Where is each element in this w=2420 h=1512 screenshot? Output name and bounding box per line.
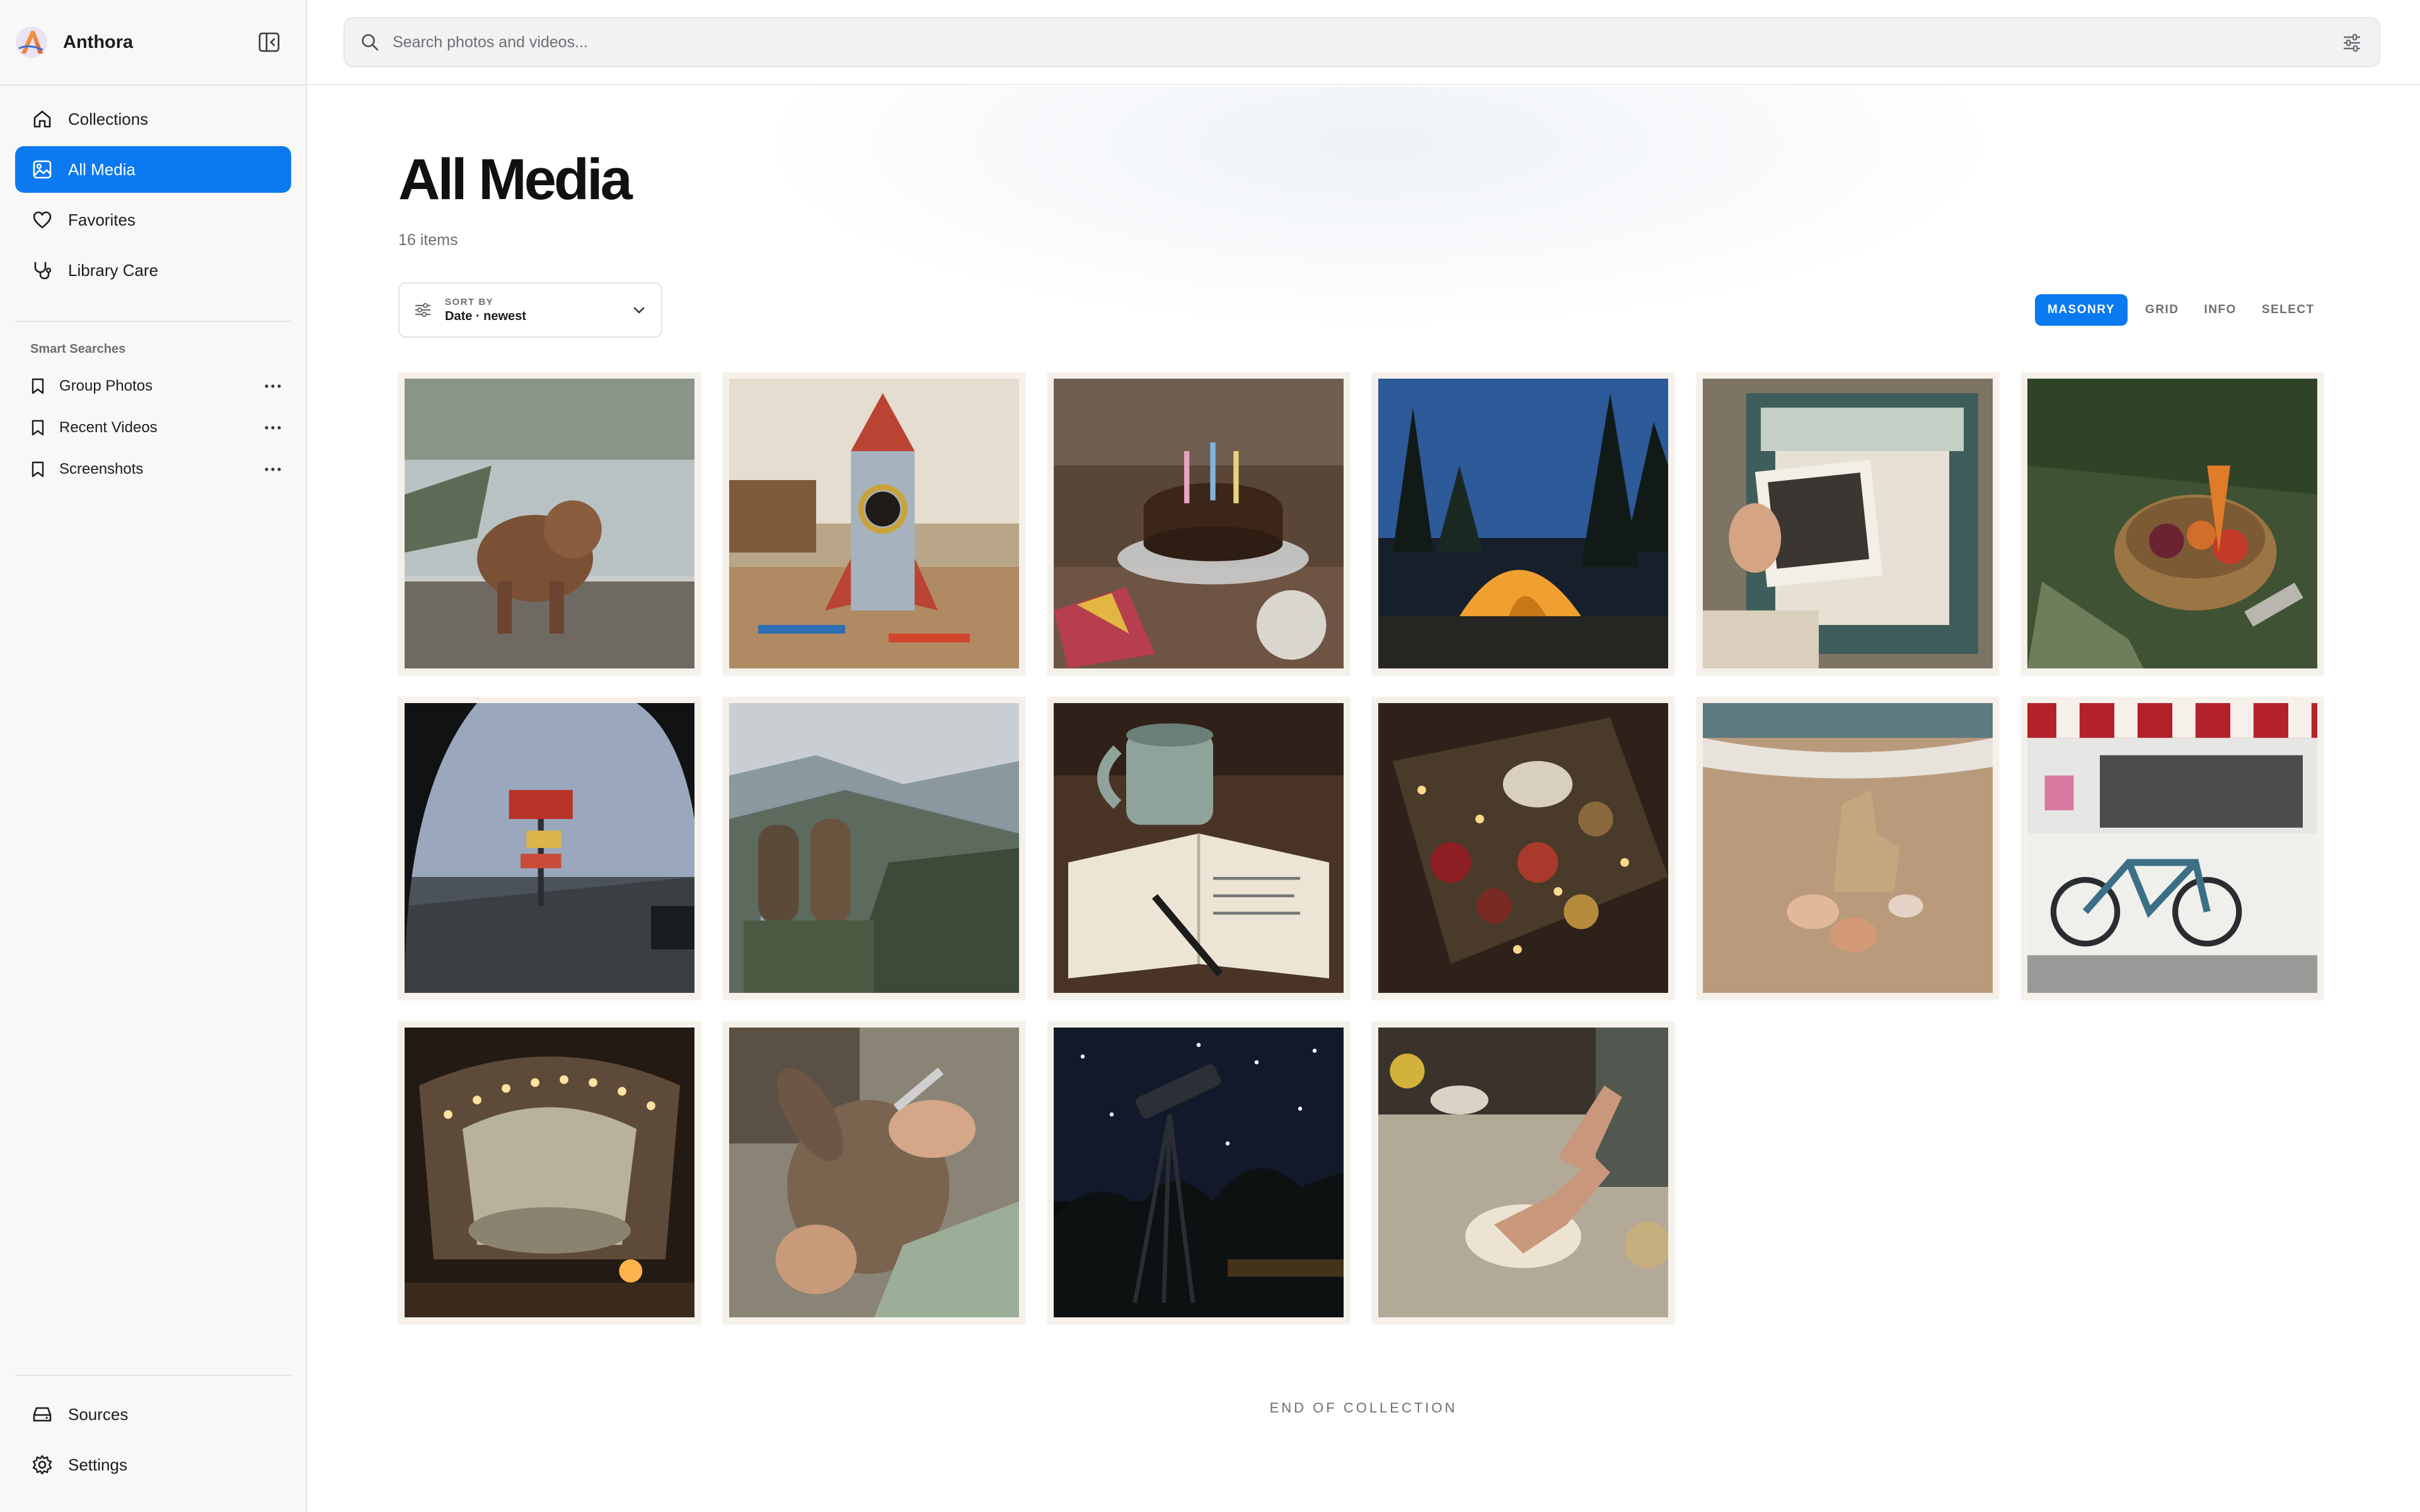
nav-item-label: Library Care xyxy=(68,260,159,280)
more-icon[interactable] xyxy=(263,421,282,435)
search-bar[interactable] xyxy=(343,17,2380,67)
end-of-collection-label: END OF COLLECTION xyxy=(1269,1400,1458,1416)
sidebar: Anthora Collections All Media Favorites … xyxy=(0,0,307,1512)
media-tile[interactable] xyxy=(2021,697,2324,999)
photo-tent-forest xyxy=(1378,379,1668,668)
smart-search-label: Screenshots xyxy=(59,461,144,478)
sort-dropdown[interactable]: SORT BY Date · newest xyxy=(398,282,662,338)
photo-kneading-dough xyxy=(1378,1028,1668,1317)
media-tile[interactable] xyxy=(723,697,1025,999)
app-name: Anthora xyxy=(63,32,134,52)
nav-item-settings[interactable]: Settings xyxy=(15,1441,291,1488)
drive-icon xyxy=(33,1407,52,1422)
photo-telescope-stars xyxy=(1054,1028,1344,1317)
nav-item-label: Collections xyxy=(68,109,149,129)
smart-search-screenshots[interactable]: Screenshots xyxy=(15,449,291,490)
bookmark-icon xyxy=(32,420,44,436)
search-input[interactable] xyxy=(393,33,2220,52)
nav-item-label: Favorites xyxy=(68,210,135,229)
photo-sandcastle-shells xyxy=(1703,703,1993,993)
photo-bicycle-awning xyxy=(2027,703,2317,993)
media-tile[interactable] xyxy=(398,372,701,675)
divider xyxy=(0,84,307,86)
nav-item-label: All Media xyxy=(68,159,135,179)
photo-cardboard-rocket xyxy=(729,379,1019,668)
smart-searches-heading: Smart Searches xyxy=(30,342,126,356)
photo-mending-bunny xyxy=(729,1028,1019,1317)
media-tile[interactable] xyxy=(1372,372,1674,675)
item-count: 16 items xyxy=(398,231,458,249)
view-grid-button[interactable]: GRID xyxy=(2133,294,2192,326)
sort-value: Date · newest xyxy=(445,309,526,323)
page-title: All Media xyxy=(398,147,633,212)
media-tile[interactable] xyxy=(1697,697,1999,999)
media-grid xyxy=(398,372,2327,1415)
search-icon xyxy=(362,34,379,51)
photo-rainy-motel-sign xyxy=(405,703,694,993)
sort-text: SORT BY Date · newest xyxy=(445,297,526,324)
smart-search-group-photos[interactable]: Group Photos xyxy=(15,365,291,407)
photo-hiking-boots-valley xyxy=(729,703,1019,993)
heart-icon xyxy=(33,211,52,229)
media-tile[interactable] xyxy=(1047,697,1350,999)
photo-vegetable-basket xyxy=(2027,379,2317,668)
photo-holiday-ornaments xyxy=(1378,703,1668,993)
divider xyxy=(15,1375,291,1376)
photo-old-photographs-box xyxy=(1703,379,1993,668)
media-tile[interactable] xyxy=(1372,697,1674,999)
nav-item-all-media[interactable]: All Media xyxy=(15,146,291,193)
select-button[interactable]: SELECT xyxy=(2249,294,2327,326)
photo-dog-shaking xyxy=(405,379,694,668)
top-bar xyxy=(307,0,2420,85)
image-icon xyxy=(33,160,52,179)
sort-label: SORT BY xyxy=(445,296,494,307)
nav-item-collections[interactable]: Collections xyxy=(15,96,291,142)
bookmark-icon xyxy=(32,378,44,394)
sidebar-toggle-icon[interactable] xyxy=(257,30,281,54)
gear-icon xyxy=(32,1455,52,1475)
chevron-down-icon xyxy=(633,307,645,314)
stethoscope-icon xyxy=(34,262,52,280)
view-info-button[interactable]: INFO xyxy=(2191,294,2249,326)
photo-mug-and-journal xyxy=(1054,703,1344,993)
main-content: All Media 16 items SORT BY Date · newest… xyxy=(307,86,2420,1512)
media-tile[interactable] xyxy=(1047,1021,1350,1324)
smart-search-label: Group Photos xyxy=(59,377,153,394)
main-nav: Collections All Media Favorites Library … xyxy=(15,96,291,297)
media-tile[interactable] xyxy=(2021,372,2324,675)
photo-blanket-fort xyxy=(405,1028,694,1317)
bookmark-icon xyxy=(32,461,44,478)
nav-item-label: Settings xyxy=(68,1455,127,1474)
home-icon xyxy=(33,110,51,128)
smart-search-label: Recent Videos xyxy=(59,419,158,436)
view-mode-switcher: MASONRY GRID INFO SELECT xyxy=(2035,294,2327,326)
view-masonry-button[interactable]: MASONRY xyxy=(2035,294,2128,326)
bottom-nav: Sources Settings xyxy=(15,1391,291,1492)
media-tile[interactable] xyxy=(723,372,1025,675)
more-icon[interactable] xyxy=(263,462,282,476)
media-tile[interactable] xyxy=(398,1021,701,1324)
media-tile[interactable] xyxy=(398,697,701,999)
app-logo-icon xyxy=(16,26,47,58)
brand[interactable]: Anthora xyxy=(15,24,133,60)
media-tile[interactable] xyxy=(1047,372,1350,675)
more-icon[interactable] xyxy=(263,379,282,393)
nav-item-label: Sources xyxy=(68,1404,129,1424)
photo-birthday-cake xyxy=(1054,379,1344,668)
nav-item-sources[interactable]: Sources xyxy=(15,1391,291,1438)
filter-sliders-icon[interactable] xyxy=(2341,32,2363,54)
nav-item-library-care[interactable]: Library Care xyxy=(15,247,291,294)
sliders-icon xyxy=(415,303,430,317)
smart-searches-list: Group Photos Recent Videos Screenshots xyxy=(15,365,291,490)
divider xyxy=(15,321,291,322)
nav-item-favorites[interactable]: Favorites xyxy=(15,197,291,243)
media-tile[interactable] xyxy=(723,1021,1025,1324)
media-tile[interactable] xyxy=(1372,1021,1674,1324)
media-tile[interactable] xyxy=(1697,372,1999,675)
smart-search-recent-videos[interactable]: Recent Videos xyxy=(15,407,291,449)
